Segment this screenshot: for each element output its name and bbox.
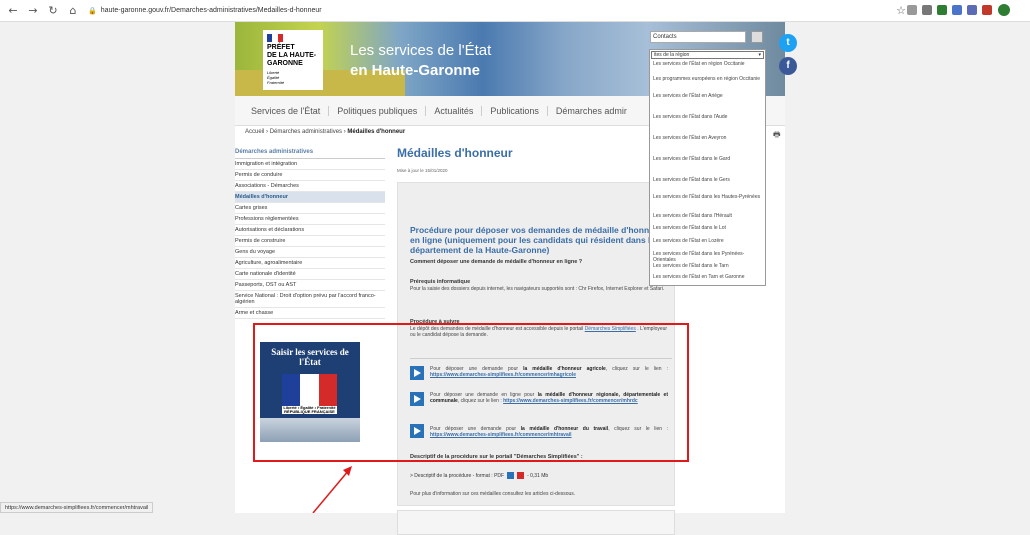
address-bar[interactable]: 🔒 haute-garonne.gouv.fr/Demarches-admini… xyxy=(88,7,322,15)
nav-item-publications[interactable]: Publications xyxy=(482,105,548,116)
dropdown-option[interactable]: Les services de l'État dans le Gers xyxy=(653,177,761,183)
status-bar-url: https://www.demarches-simplifiees.fr/com… xyxy=(0,502,154,513)
sidebar-item[interactable]: Autorisations et déclarations xyxy=(235,225,385,236)
procedure-title: Procédure pour déposer vos demandes de m… xyxy=(410,225,663,255)
sidebar-item[interactable]: Cartes grises xyxy=(235,203,385,214)
logo-line: PRÉFET xyxy=(267,44,295,51)
pdf-icon xyxy=(517,472,525,479)
print-icon[interactable]: 🖶 xyxy=(773,129,781,143)
dropdown-option[interactable]: Les services de l'État dans le Gard xyxy=(653,156,761,162)
highlight-box xyxy=(253,323,689,462)
prefecture-logo[interactable]: PRÉFET DE LA HAUTE- GARONNE Liberté Égal… xyxy=(263,30,323,90)
breadcrumb-home[interactable]: Accueil xyxy=(245,129,264,135)
dropdown-selected-label: ites de la région xyxy=(654,52,690,58)
sidebar-item[interactable]: Immigration et intégration xyxy=(235,159,385,170)
breadcrumb-sep: › xyxy=(343,129,346,135)
question-heading: Comment déposer une demande de médaille … xyxy=(410,259,583,265)
banner-title: Les services de l'État xyxy=(350,42,492,59)
download-icon[interactable] xyxy=(507,472,515,479)
extension-icon[interactable] xyxy=(922,5,932,15)
address-text: haute-garonne.gouv.fr/Demarches-administ… xyxy=(100,7,322,14)
prereq-text: Pour la saisie des dossiers depuis inter… xyxy=(410,286,665,292)
extension-icon[interactable] xyxy=(937,5,947,15)
page-gutter xyxy=(0,22,235,513)
browser-toolbar: ← → ↻ ⌂ 🔒 haute-garonne.gouv.fr/Demarche… xyxy=(0,0,1030,22)
dropdown-option[interactable]: Les services de l'État en région Occitan… xyxy=(653,61,761,67)
logo-line: DE LA HAUTE- xyxy=(267,52,317,59)
dropdown-option[interactable]: Les services de l'État en Ariège xyxy=(653,93,761,99)
sidebar-item[interactable]: Permis de conduire xyxy=(235,170,385,181)
page-title: Médailles d'honneur xyxy=(397,146,513,160)
nav-item-actualites[interactable]: Actualités xyxy=(426,105,483,116)
dropdown-option[interactable]: Les services de l'État dans l'Hérault xyxy=(653,213,761,219)
sidebar-heading[interactable]: Démarches administratives xyxy=(235,146,385,159)
dropdown-option[interactable]: Les services de l'État en Lozère xyxy=(653,238,761,244)
logo-motto: Fraternité xyxy=(267,80,285,85)
nav-item-politiques[interactable]: Politiques publiques xyxy=(329,105,427,116)
breadcrumb-section[interactable]: Démarches administratives xyxy=(270,129,342,135)
nav-item-services[interactable]: Services de l'État xyxy=(243,105,330,116)
breadcrumb-current: Médailles d'honneur xyxy=(347,129,406,135)
next-section-box xyxy=(397,510,675,535)
sidebar-item[interactable]: Service National : Droit d'option prévu … xyxy=(235,291,385,308)
flag-icon xyxy=(267,34,283,42)
sidebar-item[interactable]: Agriculture, agroalimentaire xyxy=(235,258,385,269)
desc-line-text: > Descriptif de la procédure - format : … xyxy=(410,472,505,479)
prereq-heading: Prérequis informatique xyxy=(410,279,471,285)
sidebar-item[interactable]: Carte nationale d'identité xyxy=(235,269,385,280)
breadcrumb-sep: › xyxy=(266,129,269,135)
profile-avatar[interactable] xyxy=(998,4,1010,16)
dropdown-option[interactable]: Les services de l'État dans l'Aude xyxy=(653,114,761,120)
logo-line: GARONNE xyxy=(267,60,303,67)
dropdown-option[interactable]: Les programmes européens en région Occit… xyxy=(653,76,761,82)
dropdown-selected[interactable]: ites de la région ▾ xyxy=(651,51,764,59)
extension-icon[interactable] xyxy=(967,5,977,15)
more-info-text: Pour plus d'information sur ces médaille… xyxy=(410,491,576,497)
sidebar-item[interactable]: Passeports, OST ou AST xyxy=(235,280,385,291)
extension-icon[interactable] xyxy=(982,5,992,15)
sidebar: Démarches administratives Immigration et… xyxy=(235,146,385,319)
banner-subtitle: en Haute-Garonne xyxy=(350,62,481,79)
sidebar-item[interactable]: Associations - Démarches xyxy=(235,181,385,192)
region-sites-dropdown[interactable]: ites de la région ▾ Les services de l'Ét… xyxy=(649,49,766,286)
nav-item-demarches[interactable]: Démarches admir xyxy=(548,106,635,116)
dropdown-option[interactable]: Les services de l'État dans le Tarn xyxy=(653,263,761,269)
forward-icon[interactable]: → xyxy=(26,4,40,18)
contacts-button[interactable] xyxy=(751,31,763,43)
desc-pdf-link[interactable]: > Descriptif de la procédure - format : … xyxy=(410,472,548,479)
dropdown-option[interactable]: Les services de l'État en Aveyron xyxy=(653,135,761,141)
chevron-down-icon: ▾ xyxy=(758,52,761,58)
breadcrumb: Accueil › Démarches administratives › Mé… xyxy=(245,129,405,135)
sidebar-item[interactable]: Professions réglementées xyxy=(235,214,385,225)
dropdown-option[interactable]: Les services de l'État dans le Lot xyxy=(653,225,761,231)
sidebar-item[interactable]: Permis de construire xyxy=(235,236,385,247)
sidebar-item[interactable]: Arme et chasse xyxy=(235,308,385,319)
home-icon[interactable]: ⌂ xyxy=(66,4,80,18)
dropdown-option[interactable]: Les services de l'État dans les Pyrénées… xyxy=(653,251,761,263)
updated-date: Mise à jour le 15/01/2020 xyxy=(397,168,448,173)
contacts-input[interactable]: Contacts xyxy=(650,31,746,43)
dropdown-option[interactable]: Les services de l'État dans les Hautes-P… xyxy=(653,194,761,200)
dropdown-option[interactable]: Les services de l'État en Tarn et Garonn… xyxy=(653,274,761,280)
extension-icon[interactable] xyxy=(952,5,962,15)
twitter-icon[interactable]: t xyxy=(779,34,797,52)
file-size: - 0,31 Mb xyxy=(527,472,549,479)
lock-icon: 🔒 xyxy=(88,7,97,15)
star-icon[interactable]: ☆ xyxy=(894,4,908,18)
facebook-icon[interactable]: f xyxy=(779,57,797,75)
extension-icon[interactable] xyxy=(907,5,917,15)
reload-icon[interactable]: ↻ xyxy=(46,4,60,18)
sidebar-item-active[interactable]: Médailles d'honneur xyxy=(235,192,385,203)
sidebar-item[interactable]: Gens du voyage xyxy=(235,247,385,258)
back-icon[interactable]: ← xyxy=(6,4,20,18)
